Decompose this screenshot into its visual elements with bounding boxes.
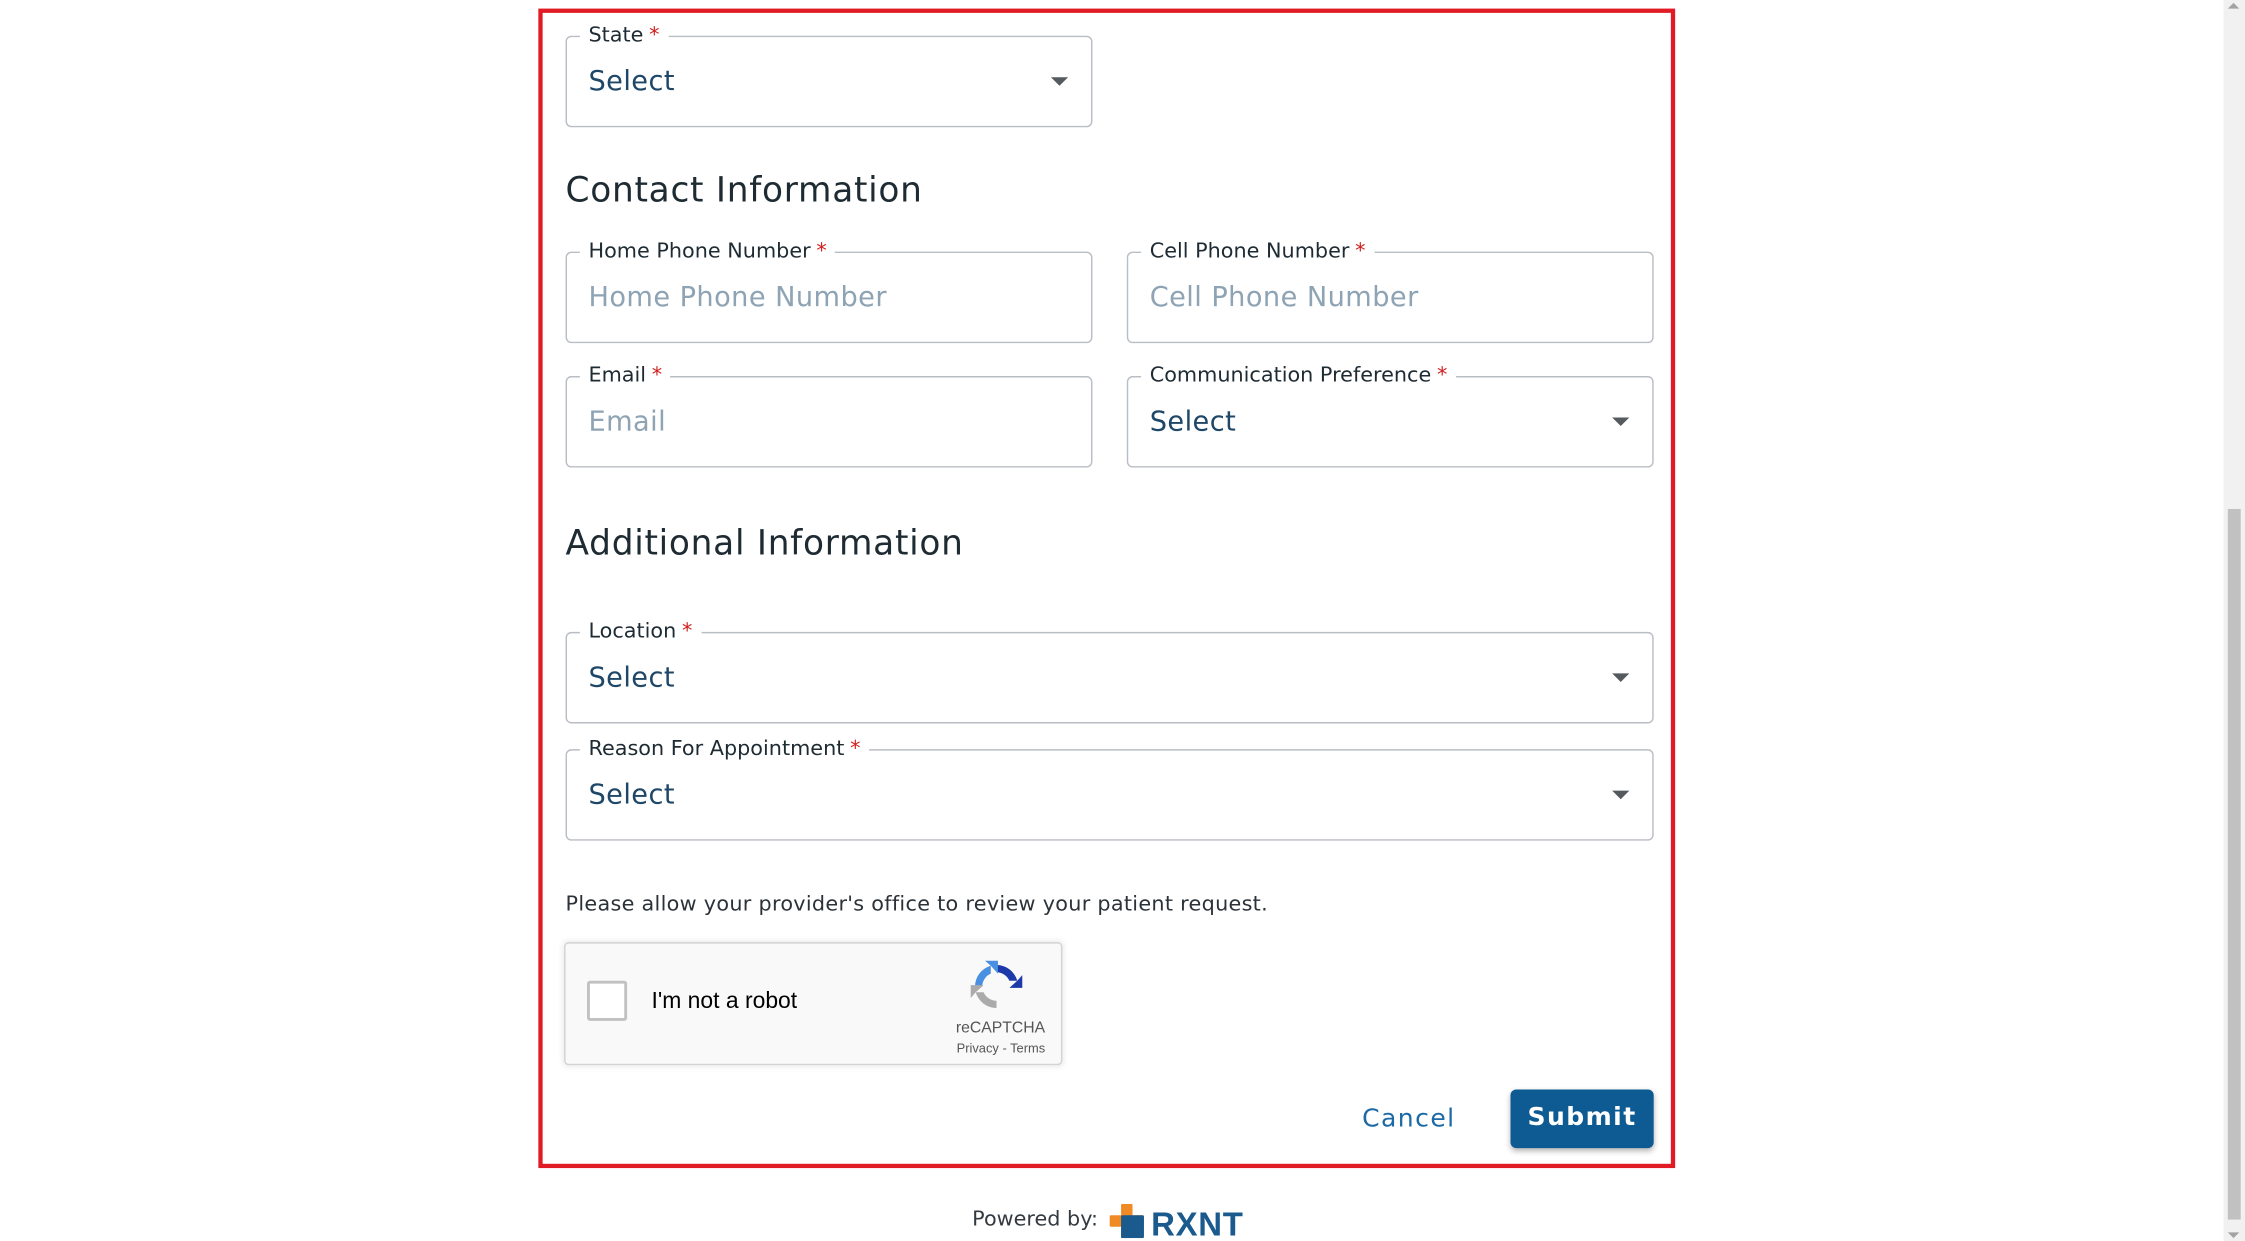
communication-preference-label: Communication Preference *	[1141, 363, 1456, 389]
location-select[interactable]: Location * Select	[565, 619, 1654, 724]
recaptcha-checkbox[interactable]	[587, 980, 628, 1021]
chevron-down-icon	[1612, 790, 1630, 800]
chevron-down-icon	[1050, 77, 1069, 86]
submit-button[interactable]: Submit	[1510, 1089, 1654, 1149]
additional-section-title: Additional Information	[565, 523, 964, 564]
home-phone-field[interactable]: Home Phone Number * Home Phone Number	[565, 238, 1093, 344]
home-phone-placeholder: Home Phone Number	[588, 281, 887, 314]
required-marker: *	[850, 737, 861, 761]
contact-section-title: Contact Information	[565, 170, 923, 211]
recaptcha-terms-link[interactable]: Terms	[1010, 1041, 1045, 1055]
recaptcha-icon	[970, 960, 1023, 1008]
scroll-up-arrow-icon[interactable]	[2227, 2, 2240, 9]
required-marker: *	[1436, 364, 1448, 388]
recaptcha-label: I'm not a robot	[651, 989, 798, 1014]
review-notice: Please allow your provider's office to r…	[565, 893, 1269, 917]
email-field[interactable]: Email * Email	[565, 363, 1093, 468]
state-value: Select	[588, 65, 675, 98]
communication-preference-value: Select	[1149, 406, 1237, 438]
scroll-thumb[interactable]	[2227, 508, 2241, 1220]
cancel-button[interactable]: Cancel	[1343, 1091, 1475, 1148]
reason-for-appointment-select[interactable]: Reason For Appointment * Select	[565, 736, 1654, 841]
communication-preference-select[interactable]: Communication Preference * Select	[1126, 363, 1654, 468]
reason-label: Reason For Appointment *	[579, 736, 870, 763]
chevron-down-icon	[1612, 673, 1630, 682]
recaptcha-link-separator: -	[998, 1040, 1011, 1056]
recaptcha-brand: reCAPTCHA	[955, 1019, 1046, 1037]
state-label: State *	[579, 22, 669, 49]
home-phone-label: Home Phone Number *	[579, 238, 836, 265]
required-marker: *	[681, 620, 693, 644]
chevron-down-icon	[1612, 417, 1630, 427]
location-label: Location *	[579, 619, 701, 645]
location-value: Select	[588, 661, 675, 694]
required-marker: *	[649, 24, 660, 48]
rxnt-logo-text: RXNT	[1151, 1205, 1244, 1241]
cell-phone-placeholder: Cell Phone Number	[1149, 281, 1419, 314]
reason-value: Select	[588, 779, 675, 811]
powered-by-label: Powered by:	[972, 1208, 1098, 1231]
recaptcha-widget: I'm not a robot reCAPTCHA Privacy - Term…	[564, 942, 1063, 1066]
recaptcha-privacy-link[interactable]: Privacy	[957, 1041, 999, 1055]
scroll-down-arrow-icon[interactable]	[2227, 1232, 2240, 1239]
required-marker: *	[651, 364, 663, 388]
page: State * Select Contact Information Home P…	[0, 0, 2245, 1241]
email-label: Email *	[579, 363, 671, 389]
page-scrollbar[interactable]	[2223, 0, 2245, 1241]
recaptcha-links: Privacy - Terms	[566, 1041, 1046, 1055]
required-marker: *	[1355, 240, 1366, 264]
cell-phone-label: Cell Phone Number *	[1141, 238, 1375, 265]
rxnt-cross-icon	[1109, 1203, 1144, 1239]
state-select[interactable]: State * Select	[565, 22, 1093, 128]
email-placeholder: Email	[588, 406, 667, 438]
cell-phone-field[interactable]: Cell Phone Number * Cell Phone Number	[1126, 238, 1654, 344]
required-marker: *	[816, 240, 827, 264]
